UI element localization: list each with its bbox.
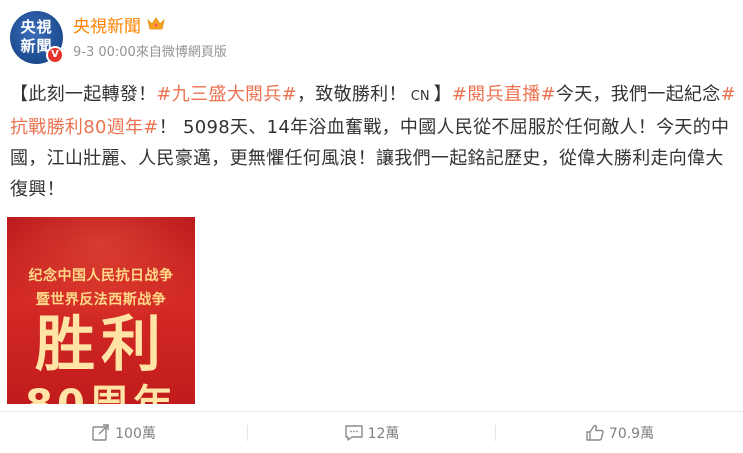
post-text-3: 】 — [433, 84, 452, 105]
image-caption-line-1: 纪念中国人民抗日战争 — [28, 268, 174, 284]
post-body: 【此刻一起轉發！#九三盛大閱兵#，致敬勝利！ CN 】#閱兵直播#今天，我們一起紀念… — [10, 79, 738, 205]
author-name[interactable]: 央視新聞 — [73, 17, 141, 37]
action-bar: 100萬 12萬 70.9萬 — [0, 412, 743, 453]
thumbs-up-icon — [586, 424, 604, 441]
repost-button[interactable]: 100萬 — [0, 412, 247, 453]
post-text-4: 今天，我們一起紀念 — [555, 84, 721, 105]
post-header: 央視新聞 V 央視新聞 9-3 00:00來自微博網頁版 — [10, 11, 610, 65]
crown-icon[interactable] — [147, 17, 165, 35]
author-name-row: 央視新聞 — [73, 12, 165, 37]
post-image[interactable]: 纪念中国人民抗日战争 暨世界反法西斯战争 胜利 80周年 — [7, 217, 195, 404]
hashtag-parade[interactable]: #九三盛大閱兵# — [156, 84, 297, 105]
post-text-1: 【此刻一起轉發！ — [10, 84, 157, 105]
image-caption-line-2: 暨世界反法西斯战争 — [35, 292, 167, 308]
comment-icon — [344, 424, 363, 441]
like-button[interactable]: 70.9萬 — [496, 412, 743, 453]
post-meta[interactable]: 9-3 00:00來自微博網頁版 — [73, 41, 227, 60]
image-subtitle: 80周年 — [7, 383, 195, 404]
comment-button[interactable]: 12萬 — [248, 412, 495, 453]
image-title: 胜利 — [35, 310, 167, 380]
verified-icon: V — [46, 46, 64, 64]
repost-icon — [92, 423, 109, 441]
post-text-2: ，致敬勝利！ — [296, 84, 407, 105]
cn-icon: CN — [410, 89, 430, 104]
avatar[interactable]: 央視新聞 V — [10, 11, 64, 64]
repost-count: 100萬 — [115, 425, 156, 442]
comment-count: 12萬 — [367, 425, 400, 442]
hashtag-live[interactable]: #閱兵直播# — [452, 84, 556, 105]
like-count: 70.9萬 — [608, 425, 655, 442]
